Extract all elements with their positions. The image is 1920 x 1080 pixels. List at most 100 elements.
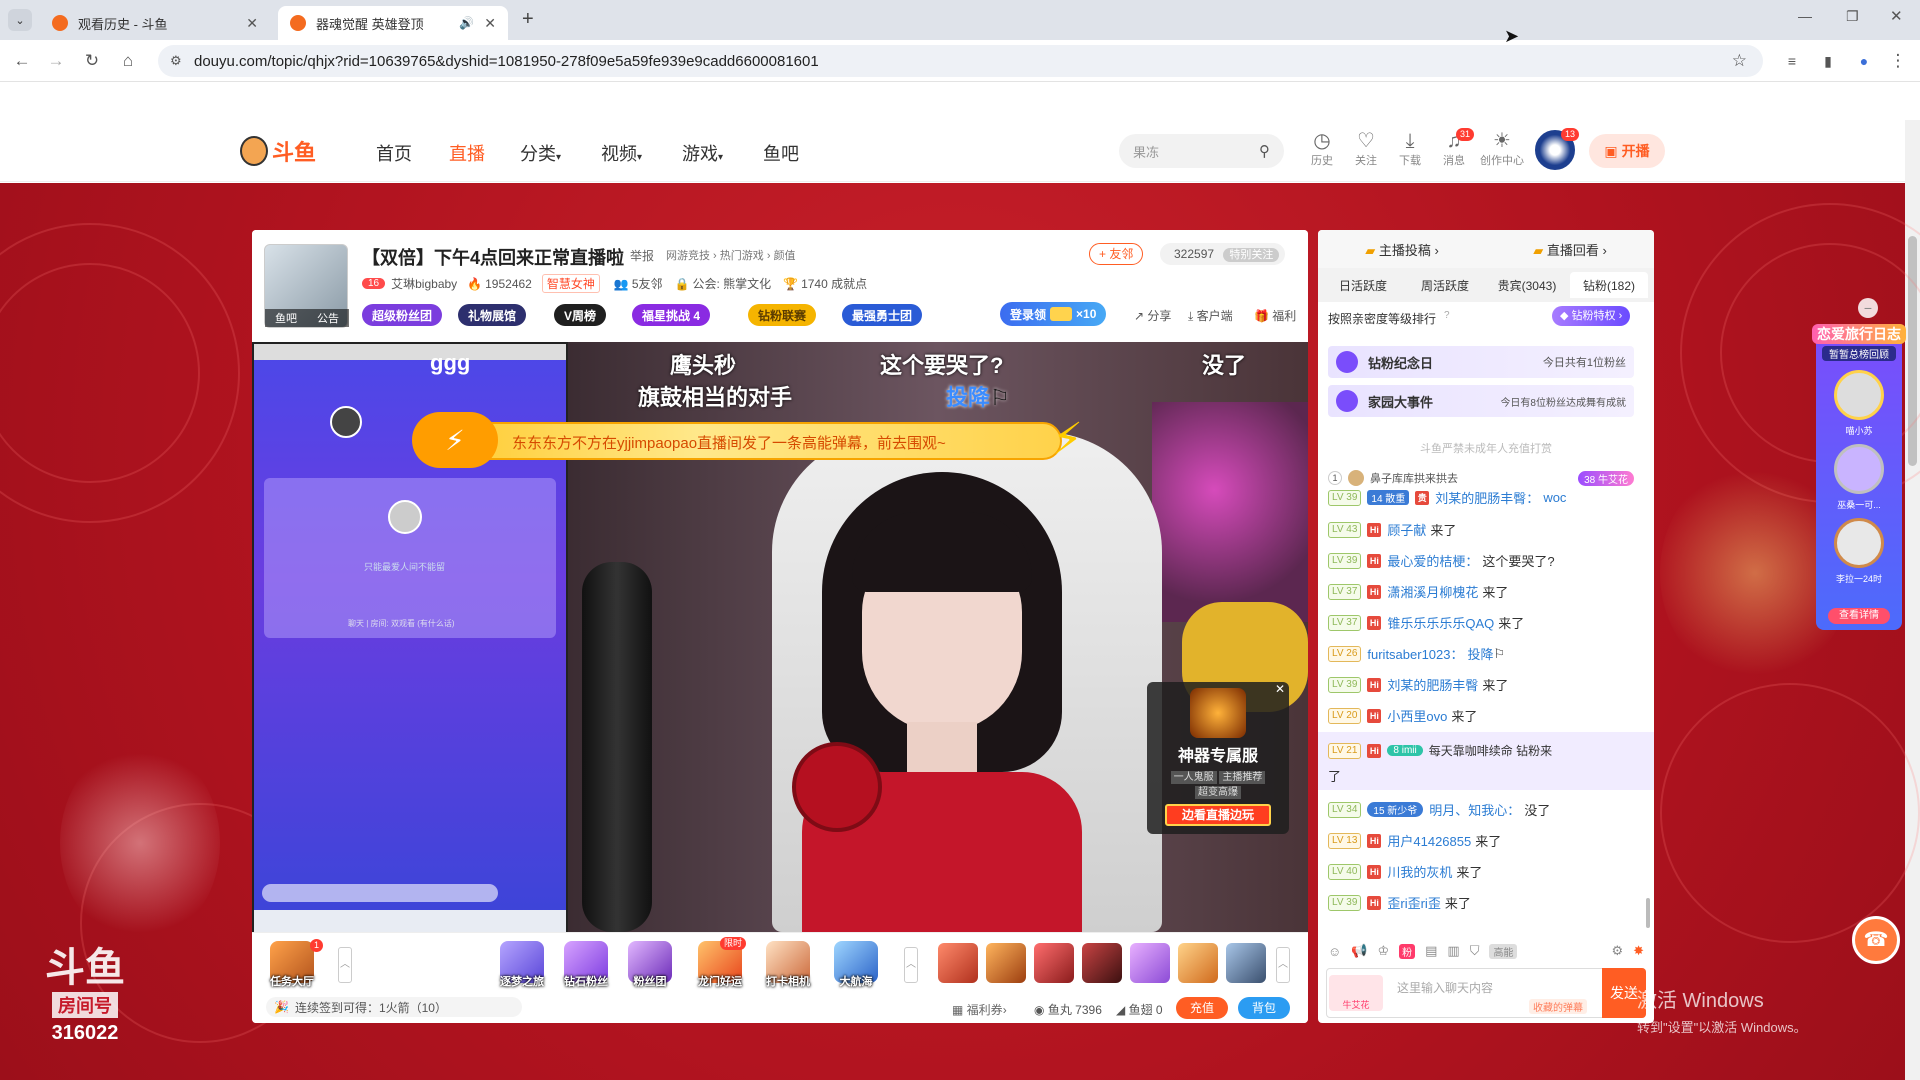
forward-arrow-icon[interactable]: → [44,49,68,73]
speaker-icon[interactable]: 🔊 [459,16,474,30]
pill-strongest-warrior[interactable]: 最强勇士团 [842,304,923,326]
chat-message[interactable]: LV 13 Hi 用户41426855 来了 [1328,831,1648,850]
tab-anchor-posts[interactable]: ▰ 主播投稿 › [1365,240,1439,259]
chat-username[interactable]: 小西里ovo [1387,706,1447,725]
rail-item-avatar[interactable] [1834,444,1884,494]
saved-barrage-link[interactable]: 收藏的弹幕 [1529,999,1587,1014]
settings-icon[interactable]: ⚙ [1611,943,1623,959]
close-tab-icon[interactable]: ✕ [246,15,258,32]
yuba-tab[interactable]: 鱼吧 [275,310,297,326]
welfare-ticket-link[interactable]: ▦ 福利券› [952,1001,1007,1018]
chat-message[interactable]: LV 37 Hi 潇湘溪月柳槐花 来了 [1328,582,1648,601]
rail-close-icon[interactable]: − [1858,298,1878,318]
recharge-button[interactable]: 充值 [1176,997,1228,1019]
chat-message[interactable]: LV 39 Hi 歪ri歪ri歪 来了 [1328,893,1648,912]
search-input[interactable]: 果冻 ⚲ [1119,134,1284,168]
chat-username[interactable]: 川我的灰机 [1387,862,1452,881]
menu-kebab-icon[interactable]: ⋮ [1886,49,1910,73]
side-panel-icon[interactable]: ▮ [1816,49,1840,73]
rail-item-avatar[interactable] [1834,518,1884,568]
header-messages[interactable]: ♫ 消息 31 [1434,128,1475,168]
chat-username[interactable]: furitsaber1023： [1367,644,1463,663]
chat-username[interactable]: 用户41426855 [1387,831,1471,850]
pill-v-weekly[interactable]: V周榜 [554,304,607,326]
chat-username[interactable]: 每天靠咖啡续命 钻粉来 [1429,742,1552,759]
chat-message-highlight[interactable]: LV 21 Hi 8 imii 每天靠咖啡续命 钻粉来 了 [1318,732,1654,790]
checkin-bar[interactable]: 🎉 连续签到可得：1火箭（10） [266,997,522,1017]
pill-gift-gallery[interactable]: 礼物展馆 [458,304,527,326]
emoji-icon[interactable]: ☺ [1328,944,1341,959]
url-text[interactable]: douyu.com/topic/qhjx?rid=10639765&dyshid… [194,53,819,70]
chat-message[interactable]: LV 40 Hi 川我的灰机 来了 [1328,862,1648,881]
crown-icon[interactable]: ♔ [1377,943,1389,959]
profile-icon[interactable]: ● [1852,49,1876,73]
new-tab-button[interactable]: + [522,8,534,31]
gift-item[interactable] [1082,943,1122,983]
chat-message[interactable]: LV 39 Hi 刘某的肥肠丰臀 来了 [1328,675,1648,694]
color-barrage-icon[interactable]: ▥ [1447,943,1459,959]
bookmark-star-icon[interactable]: ☆ [1732,51,1747,71]
chat-message[interactable]: LV 39 14 散重贵刘某的肥肠丰臀： woc [1328,488,1648,507]
gift-item[interactable] [938,943,978,983]
rail-item-avatar[interactable] [1834,370,1884,420]
tab-daily-active[interactable]: 日活跃度 [1324,272,1402,298]
search-icon[interactable]: ⚲ [1259,142,1270,160]
chat-message[interactable]: LV 26 furitsaber1023： 投降 ⚐ [1328,644,1648,663]
pill-super-fans[interactable]: 超级粉丝团 [362,304,443,326]
rail-footer-button[interactable]: 查看详情 [1828,608,1890,624]
chat-message[interactable]: LV 37 Hi 锥乐乐乐乐乐QAQ 来了 [1328,613,1648,632]
chat-input-box[interactable]: 牛艾花 这里输入聊天内容 收藏的弹幕 发送 [1326,968,1646,1018]
close-window-button[interactable]: ✕ [1890,7,1903,25]
expand-arrow-icon[interactable]: ︿ [904,947,918,983]
douyu-logo[interactable]: 斗鱼 [240,134,318,168]
streamer-name[interactable]: 艾琳bigbaby [391,275,457,292]
notice-home-event[interactable]: 家园大事件 今日有8位粉丝达成舞有成就 [1328,385,1634,417]
gift-item[interactable] [1034,943,1074,983]
tab-list-button[interactable]: ⌄ [8,9,32,31]
header-history[interactable]: ◷ 历史 [1302,130,1342,168]
chat-username[interactable]: 歪ri歪ri歪 [1387,893,1440,912]
chat-message[interactable]: LV 20 Hi 小西里ovo 来了 [1328,706,1648,725]
close-tab-icon[interactable]: ✕ [484,15,496,32]
expand-arrow-icon[interactable]: ︿ [338,947,352,983]
pill-lucky-challenge[interactable]: 福星挑战 4 [632,304,711,326]
login-reward-button[interactable]: 登录领 ×10 [1000,302,1107,326]
gift-item[interactable] [1178,943,1218,983]
close-icon[interactable]: ✕ [1275,682,1285,696]
activity-fan-club[interactable]: 粉丝团 [624,941,676,988]
chat-message[interactable]: LV 34 15 新少爷 明月、知我心： 没了 [1328,800,1648,819]
activity-dream-journey[interactable]: 逐梦之旅 [496,941,548,988]
back-arrow-icon[interactable]: ← [10,49,34,73]
activity-great-voyage[interactable]: 大航海 [830,941,882,988]
help-icon[interactable]: ? [1444,310,1450,321]
minimize-window-button[interactable]: — [1798,8,1812,24]
streamer-tag[interactable]: 智慧女神 [541,274,600,293]
share-button[interactable]: ↗ 分享 [1134,307,1171,324]
chat-scrollbar[interactable] [1646,898,1650,928]
video-player[interactable]: 鹰头秒 这个要哭了? 没了 旗鼓相当的对手 投降⚐ ggg 只能最爱人间不能留 … [252,342,1308,932]
address-bar[interactable]: ⚙ douyu.com/topic/qhjx?rid=10639765&dysh… [158,45,1763,77]
start-live-button[interactable]: ▣ 开播 [1589,134,1665,168]
activity-lucky-dragon[interactable]: 龙门好运 限时 [694,937,746,988]
tab-weekly-active[interactable]: 周活跃度 [1406,272,1484,298]
gift-item[interactable] [1130,943,1170,983]
shield-icon[interactable]: ⛉ [1470,943,1480,959]
browser-tab-active[interactable]: 器魂觉醒 英雄登顶 🔊 ✕ [278,6,508,40]
game-promo-popup[interactable]: ✕ 神器专属服 一人鬼服 主播推荐 超变高爆 边看直播边玩 [1147,682,1289,834]
expand-arrow-icon[interactable]: ︿ [1276,947,1290,983]
top-rank-user[interactable]: 1 鼻子库库拱来拱去 38 牛艾花 [1328,468,1634,488]
chat-username[interactable]: 锥乐乐乐乐乐QAQ [1387,613,1494,632]
chat-username[interactable]: 潇湘溪月柳槐花 [1387,582,1478,601]
activity-checkin-camera[interactable]: 打卡相机 [762,941,814,988]
activity-diamond-fans[interactable]: 钻石粉丝 [560,941,612,988]
event-rail[interactable]: − 恋爱旅行日志 暂暂总榜回顾 喵小苏 巫桑一可... 李拉一24时 查看详情 [1812,298,1906,630]
tab-diamond-fans[interactable]: 钻粉(182) [1570,272,1648,298]
browser-tab-history[interactable]: 观看历史 - 斗鱼 ✕ [40,6,270,40]
header-creator-center[interactable]: ☀ 创作中心 [1478,130,1526,168]
media-controls-icon[interactable]: ≡ [1780,49,1804,73]
breadcrumb-item[interactable]: 颜值 [774,250,796,262]
special-follow-button[interactable]: 特别关注 [1223,248,1280,262]
fan-badge-icon[interactable]: 粉 [1399,943,1416,959]
backpack-button[interactable]: 背包 [1238,997,1290,1019]
chat-username[interactable]: 刘某的肥肠丰臀： [1435,488,1539,507]
